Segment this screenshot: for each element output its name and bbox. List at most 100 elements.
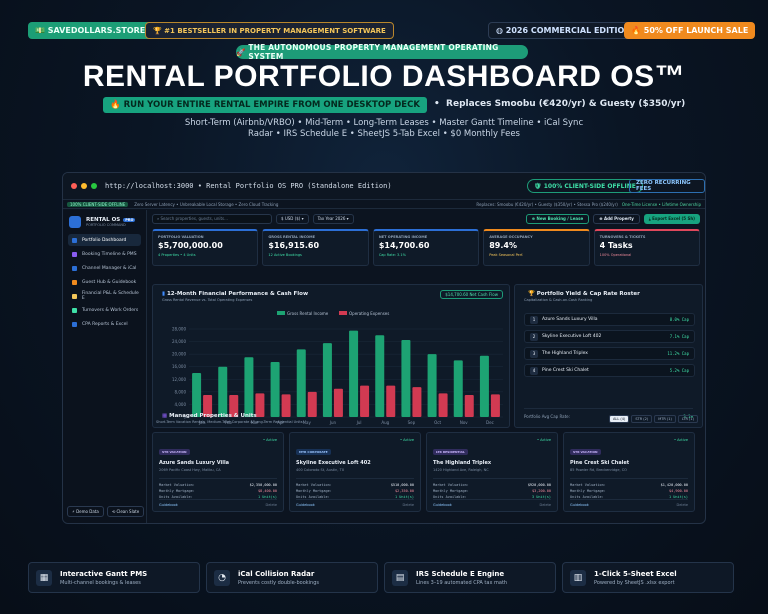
add-property-button[interactable]: ⊕ Add Property: [593, 213, 640, 224]
export-excel-button[interactable]: ⤓ Export Excel (5 Sh): [643, 213, 700, 224]
yield-title-text: Portfolio Yield & Cap Rate Roster: [536, 291, 640, 297]
stat-row: Monthly Mortgage: $4,900.00: [570, 489, 688, 493]
property-card[interactable]: LTR RESIDENTIAL • Active The Highland Trip…: [426, 432, 558, 512]
feature-title: 1-Click 5-Sheet Excel: [594, 569, 677, 578]
yield-row[interactable]: 1 Azure Sands Luxury Villa 8.0% Cap: [524, 313, 695, 326]
new-booking-button[interactable]: ⊕ New Booking / Lease: [525, 213, 590, 224]
kpi-sub: 4 Properties • 4 Units: [158, 253, 196, 257]
legend-income-label: Gross Rental Income: [287, 311, 329, 316]
y-tick-label: 16,000: [172, 364, 186, 369]
kpi-label: PORTFOLIO VALUATION: [158, 235, 204, 239]
sidebar-item[interactable]: Channel Manager & iCal: [68, 262, 141, 274]
property-name: Azure Sands Luxury Villa: [542, 317, 598, 322]
guidebook-link[interactable]: Guidebook: [159, 503, 178, 507]
guidebook-link[interactable]: Guidebook: [570, 503, 589, 507]
sidebar-item[interactable]: Portfolio Dashboard: [68, 234, 141, 246]
property-card[interactable]: STR VACATION • Active Pine Crest Ski Chale…: [563, 432, 695, 512]
sidebar-item[interactable]: CPA Reports & Excel: [68, 318, 141, 330]
stat-value: $8,400.00: [258, 489, 277, 493]
x-tick-label: Sep: [408, 420, 416, 425]
yield-row[interactable]: 4 Pine Crest Ski Chalet 5.2% Cap: [524, 364, 695, 377]
logo-subtitle: PORTFOLIO COMMAND: [86, 223, 126, 227]
kpi-card: NET OPERATING INCOME $14,700.60 Cap Rate: …: [372, 229, 480, 266]
maximize-window-dot[interactable]: [91, 183, 97, 189]
property-type-tag: STR VACATION: [570, 449, 601, 455]
kpi-label: GROSS RENTAL INCOME: [268, 235, 315, 239]
legend-swatch-income: [277, 311, 285, 315]
status-badge: • Active: [673, 438, 688, 442]
sidebar-item[interactable]: Turnovers & Work Orders: [68, 304, 141, 316]
info-bar: 100% CLIENT-SIDE OFFLINE Zero Server Lat…: [63, 200, 705, 209]
sidebar-item[interactable]: Guest Hub & Guidebook: [68, 276, 141, 288]
nav-icon: [72, 279, 77, 285]
property-card[interactable]: MTR CORPORATE • Active Skyline Executive L…: [289, 432, 421, 512]
property-stats: Market Valuation: $510,000.00 Monthly Mort…: [296, 478, 414, 499]
delete-button[interactable]: Delete: [540, 503, 552, 507]
guidebook-link[interactable]: Guidebook: [296, 503, 315, 507]
avg-cap-label: Portfolio Avg Cap Rate:: [524, 414, 570, 419]
kpi-card: AVERAGE OCCUPANCY 89.4% Peak Seasonal Perf…: [483, 229, 590, 266]
delete-button[interactable]: Delete: [403, 503, 415, 507]
income-bar: [322, 343, 332, 417]
sidebar-item[interactable]: Booking Timeline & PMS: [68, 248, 141, 260]
spreadsheet-icon: ▥: [570, 569, 586, 586]
tax-year-select[interactable]: Tax Year 2026 ▾: [312, 213, 354, 224]
rank-number: 4: [530, 366, 538, 375]
stat-row: Monthly Mortgage: $3,200.00: [433, 489, 551, 493]
income-bar: [218, 366, 228, 417]
stat-label: Market Valuation:: [296, 483, 332, 487]
sidebar-item-label: Channel Manager & iCal: [82, 265, 137, 271]
kpi-sub: Cap Rate: 3.1%: [378, 253, 406, 257]
yield-row[interactable]: 2 Skyline Executive Loft 402 7.1% Cap: [524, 330, 695, 343]
property-name: Skyline Executive Loft 402: [542, 334, 602, 339]
property-card[interactable]: STR VACATION • Active Azure Sands Luxury V…: [152, 432, 284, 512]
income-bar: [192, 373, 202, 417]
nav-icon: [72, 237, 77, 243]
main-content: ⌕ Search properties, guests, units... $ …: [147, 210, 705, 523]
delete-button[interactable]: Delete: [266, 503, 278, 507]
replaces-label: Replaces Smoobu (€420/yr) & Guesty ($350…: [446, 99, 686, 109]
feature-list-line-2: Radar • IRS Schedule E • SheetJS 5-Tab E…: [248, 129, 520, 139]
site-badge[interactable]: 💵 SAVEDOLLARS.STORE: [28, 22, 153, 39]
sidebar-item[interactable]: Financial P&L & Schedule E: [68, 290, 141, 302]
expense-bar: [464, 395, 474, 417]
y-tick-label: 4,000: [175, 402, 187, 407]
tagline-text: THE AUTONOMOUS PROPERTY MANAGEMENT OPERA…: [248, 43, 499, 61]
kpi-label: AVERAGE OCCUPANCY: [489, 235, 533, 239]
sidebar-item-label: CPA Reports & Excel: [82, 321, 128, 327]
kpi-card: PORTFOLIO VALUATION $5,700,000.00 4 Proper…: [152, 229, 259, 266]
search-input[interactable]: ⌕ Search properties, guests, units...: [152, 213, 272, 224]
demo-data-button[interactable]: ⚡ Demo Data: [67, 506, 104, 517]
close-window-dot[interactable]: [71, 183, 77, 189]
kpi-value: 89.4%: [489, 241, 517, 250]
filter-tab[interactable]: ALL (4): [608, 415, 630, 423]
delete-button[interactable]: Delete: [677, 503, 689, 507]
managed-properties-title: ▦ Managed Properties & Units: [162, 413, 257, 419]
cap-rate: 5.2% Cap: [669, 368, 689, 373]
filter-tab[interactable]: STR (2): [631, 415, 653, 423]
kpi-row: PORTFOLIO VALUATION $5,700,000.00 4 Proper…: [147, 229, 705, 266]
yield-row[interactable]: 3 The Highland Triplex 11.2% Cap: [524, 347, 695, 360]
filter-tab[interactable]: LTR (1): [677, 415, 698, 423]
pro-badge: PRO: [123, 218, 136, 222]
bestseller-badge: 🏆 #1 BESTSELLER IN PROPERTY MANAGEMENT S…: [145, 22, 394, 39]
currency-select[interactable]: $ USD ($) ▾: [276, 213, 309, 224]
address-bar[interactable]: http://localhost:3000 • Rental Portfolio…: [105, 182, 392, 190]
property-card-footer: Guidebook Delete: [433, 499, 551, 507]
minimize-window-dot[interactable]: [81, 183, 87, 189]
clean-slate-button[interactable]: ⟲ Clean Slate: [106, 506, 145, 517]
y-tick-label: 20,000: [172, 352, 186, 357]
run-banner-text: RUN YOUR ENTIRE RENTAL EMPIRE FROM ONE D…: [123, 100, 420, 110]
filter-tab[interactable]: MTR (1): [654, 415, 676, 423]
demo-data-label: Demo Data: [76, 509, 99, 514]
app-window: http://localhost:3000 • Rental Portfolio…: [62, 172, 706, 524]
x-tick-label: Dec: [486, 420, 494, 425]
expense-bar: [438, 393, 448, 417]
sale-badge[interactable]: 🔥 50% OFF LAUNCH SALE: [624, 22, 756, 39]
x-tick-label: Jul: [356, 420, 362, 425]
nav-icon: [72, 307, 77, 313]
guidebook-link[interactable]: Guidebook: [433, 503, 452, 507]
logo-icon: [69, 216, 81, 228]
cash-flow-chart-card: ▮ 12-Month Financial Performance & Cash …: [152, 284, 510, 428]
kpi-sub: Peak Seasonal Perf.: [489, 253, 524, 257]
